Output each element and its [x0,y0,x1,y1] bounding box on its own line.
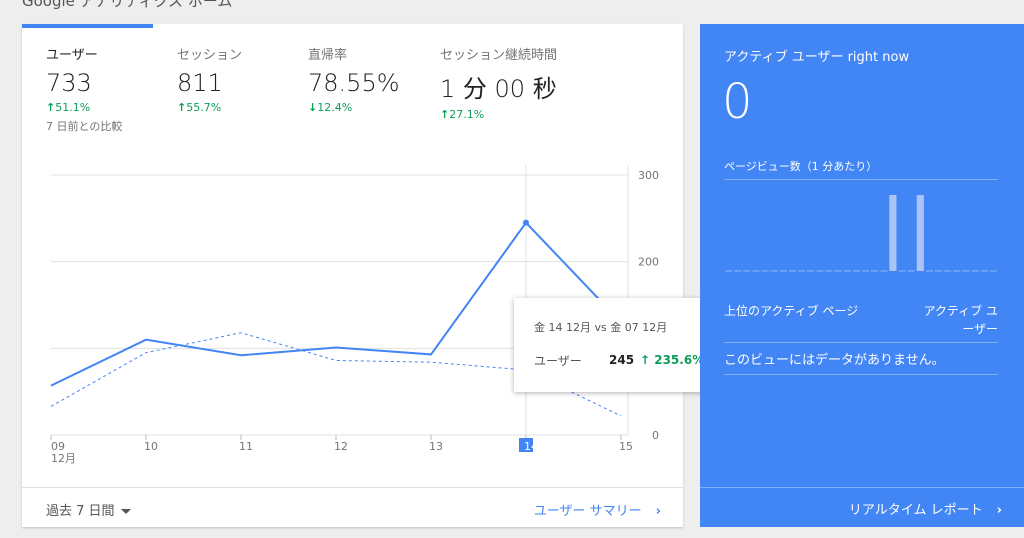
pageview-bar [916,195,924,271]
chevron-right-icon: › [996,503,1002,518]
x-tick-label: 11 [239,440,253,453]
realtime-title: アクティブ ユーザー right now [724,50,910,65]
active-users-column-header: アクティブ ユーザー [923,304,999,336]
date-range-dropdown[interactable]: 過去 7 日間 [46,500,131,519]
x-axis-month-label: 12月 [51,452,76,465]
realtime-footer: リアルタイム レポート › [700,487,1024,527]
pageviews-per-minute-label: ページビュー数（1 分あたり） [724,160,878,173]
users-line-chart[interactable]: 30020010000910111213141512月 [22,24,683,488]
active-user-count: 0 [722,74,753,130]
y-tick-label: 200 [638,256,659,269]
caret-down-icon [120,509,131,514]
user-summary-link[interactable]: ユーザー サマリー › [534,500,661,519]
hover-point [523,219,529,226]
y-tick-label: 0 [652,429,659,442]
x-tick-label: 13 [429,440,443,453]
summary-card: ユーザー 733 ↑51.1% 7 日前との比較 セッション 811 ↑55.7… [22,24,683,527]
divider [724,179,998,180]
divider [724,374,998,375]
page-title: Google アナリティクス ホーム [22,0,233,10]
chevron-right-icon: › [655,504,661,519]
x-tick-label: 14 [524,440,538,453]
date-range-label: 過去 7 日間 [46,504,115,519]
pageviews-bar-chart [725,195,997,272]
x-tick-label: 12 [334,440,348,453]
tooltip-value: 245 [609,353,635,367]
realtime-report-link[interactable]: リアルタイム レポート › [849,499,1002,518]
x-tick-label: 15 [619,440,633,453]
realtime-card: アクティブ ユーザー right now 0 ページビュー数（1 分あたり） 上… [700,24,1024,527]
tooltip-date: 金 14 12月 vs 金 07 12月 [534,321,668,334]
card-footer: 過去 7 日間 ユーザー サマリー › [22,487,683,527]
y-tick-label: 300 [638,169,659,182]
tooltip-delta: ↑ 235.6% [640,353,705,367]
top-active-pages-header: 上位のアクティブ ページ [724,304,859,318]
user-summary-label: ユーザー サマリー [533,504,642,519]
divider [724,342,998,343]
x-tick-label: 10 [144,440,158,453]
realtime-report-label: リアルタイム レポート [848,503,983,518]
chart-tooltip: 金 14 12月 vs 金 07 12月 ユーザー 245 ↑ 235.6% [514,298,716,392]
no-data-message: このビューにはデータがありません。 [724,353,945,368]
tooltip-metric-label: ユーザー [534,354,582,368]
pageview-bar [889,195,897,271]
